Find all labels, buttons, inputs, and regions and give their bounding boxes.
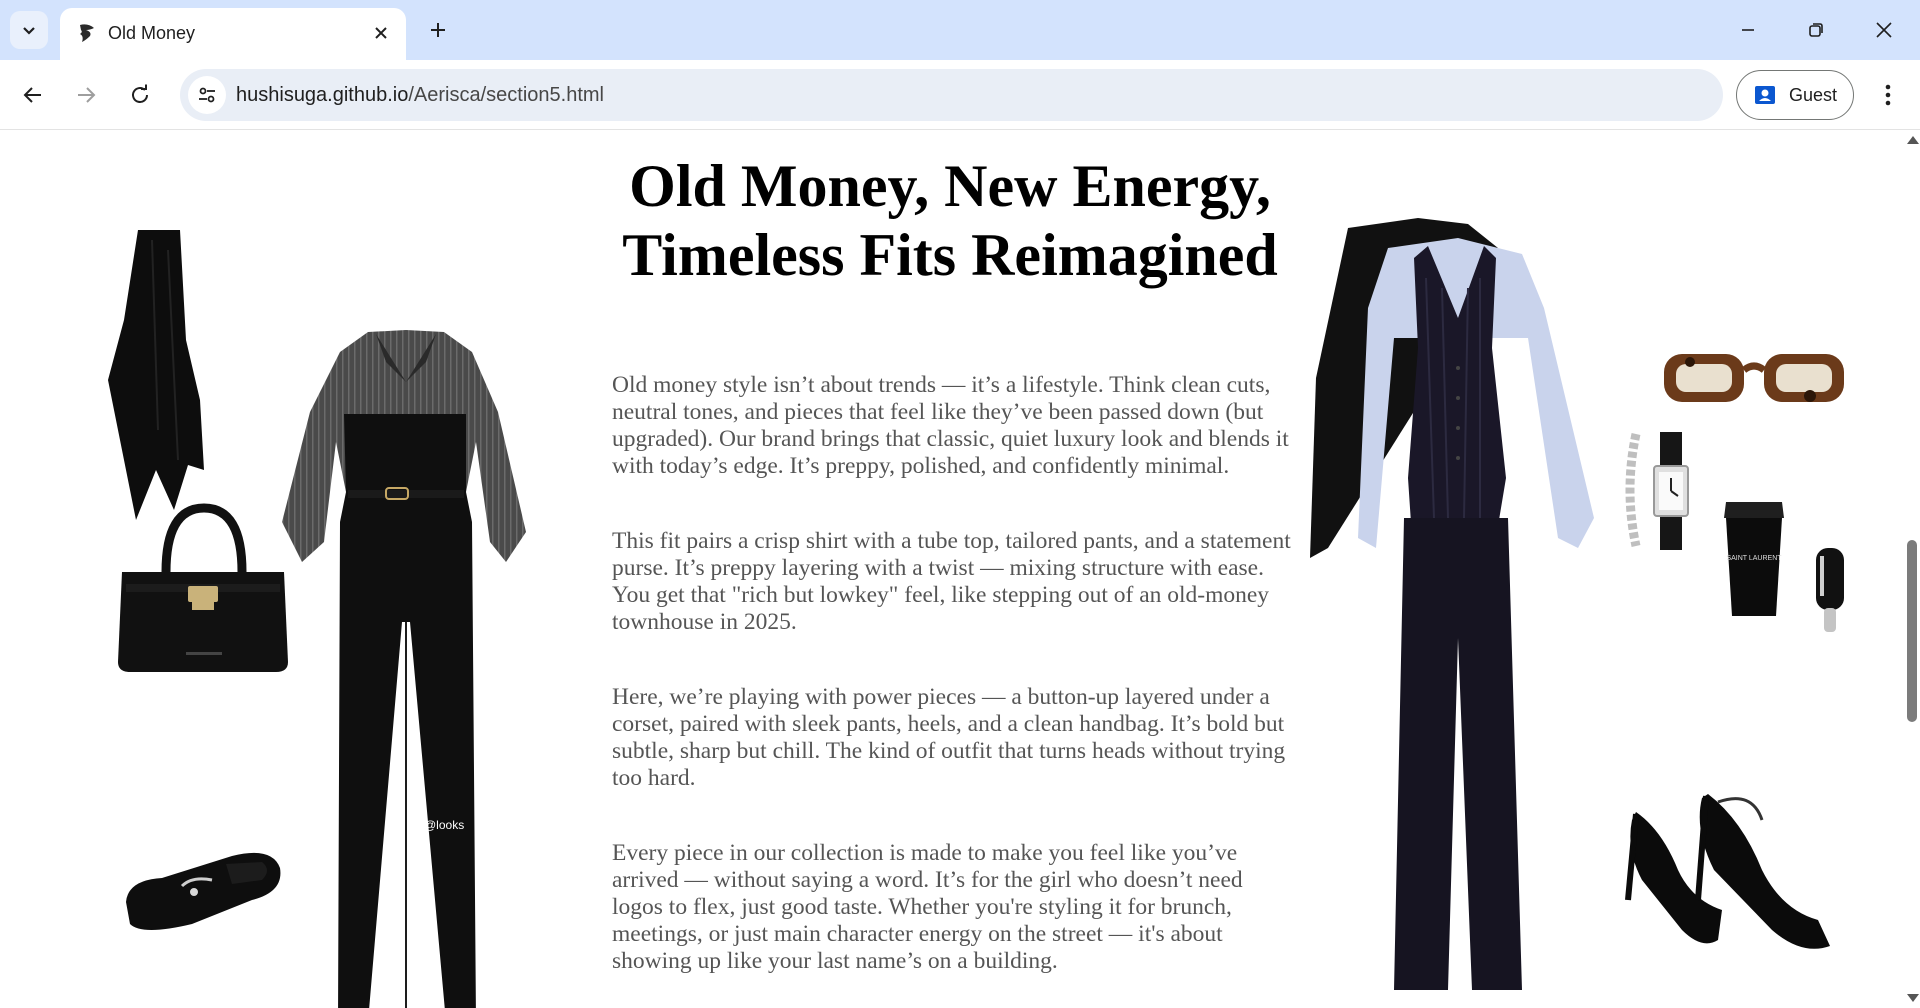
scroll-thumb[interactable] [1907, 540, 1917, 722]
paragraph-intro: Old money style isn’t about trends — it’… [612, 372, 1289, 479]
new-tab-button[interactable] [420, 12, 456, 48]
browser-menu-button[interactable] [1868, 75, 1908, 115]
wristwatch-image [1625, 432, 1689, 550]
paragraph-fit-one: This fit pairs a crisp shirt with a tube… [612, 528, 1291, 635]
restore-button[interactable] [1782, 0, 1850, 60]
back-button[interactable] [13, 75, 53, 115]
reload-button[interactable] [120, 75, 160, 115]
profile-button[interactable]: Guest [1736, 70, 1854, 120]
restore-icon [1809, 23, 1823, 37]
cup-brand-text: SAINT LAURENT [1726, 555, 1782, 562]
pinstripe-jumpsuit-image [282, 330, 526, 1008]
url-text: hushisuga.github.io/Aerisca/section5.htm… [236, 84, 604, 107]
person-badge-icon [1755, 86, 1775, 104]
favicon-icon [80, 24, 94, 42]
page-title: Old Money, New Energy, Timeless Fits Rei… [590, 152, 1310, 290]
browser-toolbar: hushisuga.github.io/Aerisca/section5.htm… [0, 60, 1920, 130]
more-vert-icon [1885, 84, 1891, 106]
minimize-button[interactable] [1714, 0, 1782, 60]
tune-icon [199, 87, 215, 103]
address-bar[interactable]: hushisuga.github.io/Aerisca/section5.htm… [180, 69, 1723, 121]
chevron-down-icon [23, 27, 35, 35]
car-key-image [1816, 548, 1844, 632]
reload-icon [132, 84, 148, 103]
tab-search-button[interactable] [10, 11, 48, 49]
arrow-left-icon [23, 87, 41, 103]
url-host: hushisuga.github.io [236, 84, 409, 106]
tab-title: Old Money [108, 23, 196, 43]
minimize-icon [1742, 29, 1754, 31]
plus-icon [431, 23, 445, 37]
arrow-right-icon [78, 87, 96, 103]
black-handbag-image [118, 503, 288, 672]
url-path: /Aerisca/section5.html [408, 84, 604, 106]
tab-close-button[interactable] [366, 18, 396, 48]
close-icon [375, 27, 387, 39]
tab-old-money[interactable]: Old Money [60, 8, 406, 60]
slingback-heels-image [1625, 794, 1830, 949]
title-line-2: Timeless Fits Reimagined [622, 222, 1278, 288]
scroll-up-arrow-icon[interactable] [1907, 136, 1919, 144]
paragraph-collection: Every piece in our collection is made to… [612, 840, 1243, 974]
black-loafers-image [126, 852, 281, 930]
scroll-down-arrow-icon[interactable] [1907, 994, 1919, 1002]
close-icon [1876, 22, 1892, 38]
black-scarf-image [108, 230, 204, 520]
close-window-button[interactable] [1850, 0, 1918, 60]
paragraph-fit-two: Here, we’re playing with power pieces — … [612, 684, 1286, 791]
site-info-button[interactable] [188, 76, 226, 114]
page-scrollbar[interactable] [1904, 130, 1920, 1008]
page-content[interactable]: @looks Old Money, New Energy, Timeless F… [0, 130, 1920, 1008]
tortoise-glasses-image [1664, 354, 1844, 402]
profile-label: Guest [1789, 84, 1838, 105]
coffee-tumbler-image: SAINT LAURENT [1724, 502, 1784, 616]
forward-button[interactable] [66, 75, 106, 115]
watermark-text: @looks [424, 818, 465, 832]
tab-strip: Old Money [0, 0, 1920, 60]
title-line-1: Old Money, New Energy, [629, 153, 1271, 219]
vest-suit-outfit-image [1310, 218, 1594, 990]
